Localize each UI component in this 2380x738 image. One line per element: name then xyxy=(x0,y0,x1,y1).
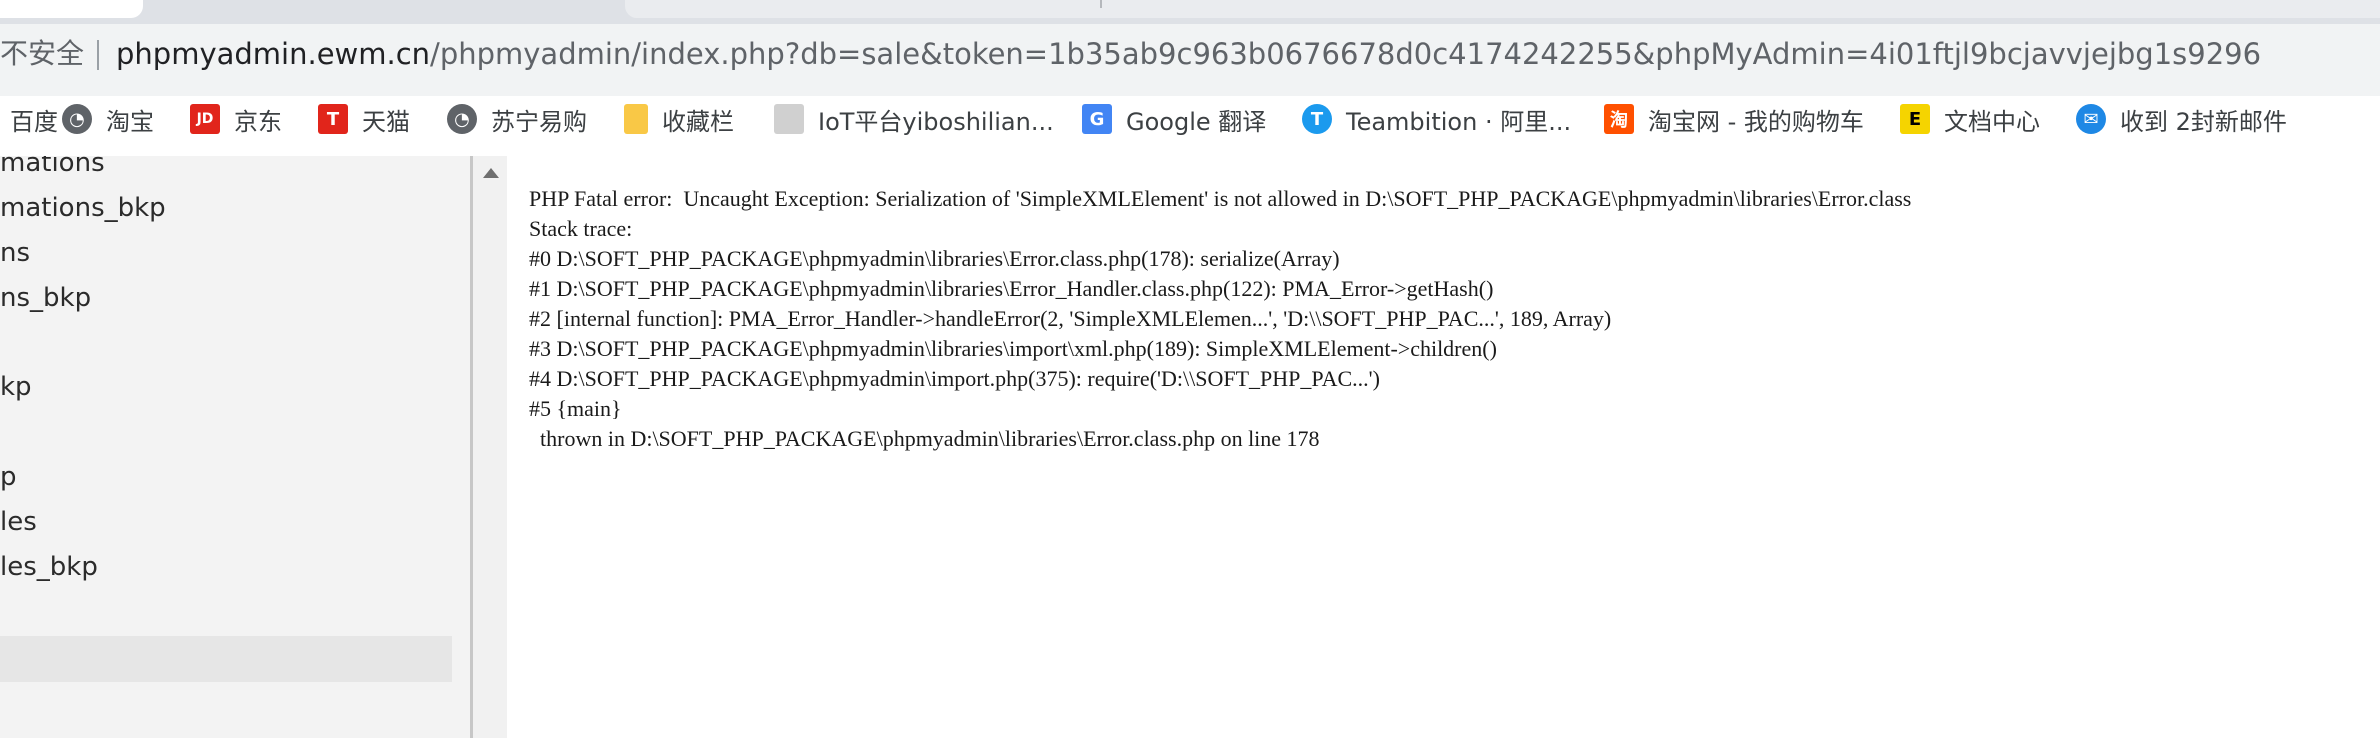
bookmark-label: Teambition · 阿里... xyxy=(1346,107,1572,136)
main-content: PHP Fatal error: Uncaught Exception: Ser… xyxy=(507,156,2380,738)
sidebar-highlight xyxy=(0,636,452,682)
security-indicator[interactable]: 不安全 xyxy=(0,37,84,71)
error-line: #1 D:\SOFT_PHP_PACKAGE\phpmyadmin\librar… xyxy=(529,276,1494,301)
error-line: #3 D:\SOFT_PHP_PACKAGE\phpmyadmin\librar… xyxy=(529,336,1497,361)
bookmark-folder-favorites[interactable]: 收藏栏 xyxy=(624,96,734,142)
sidebar-item[interactable]: les xyxy=(0,507,37,537)
tab-separator xyxy=(1100,0,1102,8)
bookmark-label: 文档中心 xyxy=(1944,107,2040,136)
bookmark-label: 百度 xyxy=(10,107,58,136)
error-line: #2 [internal function]: PMA_Error_Handle… xyxy=(529,306,1612,331)
sidebar-item[interactable]: mations xyxy=(0,156,105,178)
folder-icon xyxy=(624,104,648,134)
error-line: thrown in D:\SOFT_PHP_PACKAGE\phpmyadmin… xyxy=(529,426,1320,451)
bookmark-suning[interactable]: ◔ 苏宁易购 xyxy=(447,96,587,142)
sidebar-item[interactable]: kp xyxy=(0,372,32,402)
bookmark-label: 天猫 xyxy=(362,107,410,136)
error-line: #5 {main} xyxy=(529,396,622,421)
active-tab[interactable] xyxy=(0,0,143,18)
error-line: #0 D:\SOFT_PHP_PACKAGE\phpmyadmin\librar… xyxy=(529,246,1340,271)
sidebar-item[interactable]: ns xyxy=(0,238,30,268)
scrollbar[interactable] xyxy=(473,156,507,738)
jd-icon: JD xyxy=(190,104,220,134)
bookmark-teambition[interactable]: T Teambition · 阿里... xyxy=(1302,96,1571,142)
google-translate-icon: G xyxy=(1082,104,1112,134)
bookmark-label: 京东 xyxy=(234,107,282,136)
tab-strip xyxy=(0,0,2380,24)
iot-icon xyxy=(774,104,804,134)
address-separator xyxy=(97,40,99,70)
error-line: PHP Fatal error: Uncaught Exception: Ser… xyxy=(529,186,1912,211)
bookmark-jd[interactable]: JD 京东 xyxy=(190,96,282,142)
error-line: #4 D:\SOFT_PHP_PACKAGE\phpmyadmin\import… xyxy=(529,366,1380,391)
bookmark-label: 收到 2封新邮件 xyxy=(2120,107,2287,136)
sidebar: mations mations_bkp ns ns_bkp kp p les l… xyxy=(0,156,470,738)
scroll-up-arrow-icon[interactable] xyxy=(483,168,499,178)
bookmark-label: 收藏栏 xyxy=(662,107,734,136)
doc-center-icon: E xyxy=(1900,104,1930,134)
error-line: Stack trace: xyxy=(529,216,633,241)
bookmark-label: 淘宝 xyxy=(106,107,154,136)
bookmark-label: 淘宝网 - 我的购物车 xyxy=(1648,107,1864,136)
sidebar-item[interactable]: p xyxy=(0,462,17,492)
bookmark-label: 苏宁易购 xyxy=(491,107,587,136)
teambition-icon: T xyxy=(1302,104,1332,134)
globe-icon: ◔ xyxy=(62,104,92,134)
bookmark-baidu[interactable]: 百 百度 xyxy=(0,96,58,142)
bookmark-iot[interactable]: IoT平台yiboshilian... xyxy=(774,96,1054,142)
url-text[interactable]: phpmyadmin.ewm.cn/phpmyadmin/index.php?d… xyxy=(116,37,2261,71)
bookmark-doc-center[interactable]: E 文档中心 xyxy=(1900,96,2040,142)
bookmark-taobao-cart[interactable]: 淘 淘宝网 - 我的购物车 xyxy=(1604,96,1864,142)
bookmark-google-translate[interactable]: G Google 翻译 xyxy=(1082,96,1266,142)
taobao-icon: 淘 xyxy=(1604,104,1634,134)
tmall-icon: T xyxy=(318,104,348,134)
bookmark-label: Google 翻译 xyxy=(1126,107,1267,136)
error-output: PHP Fatal error: Uncaught Exception: Ser… xyxy=(529,184,1911,454)
sidebar-item[interactable]: les_bkp xyxy=(0,552,98,582)
bookmark-label: IoT平台yiboshilian... xyxy=(818,107,1054,136)
bookmark-taobao[interactable]: ◔ 淘宝 xyxy=(62,96,154,142)
bookmarks-bar: 百 百度 ◔ 淘宝 JD 京东 T 天猫 ◔ 苏宁易购 收藏栏 IoT平台yib… xyxy=(0,96,2380,142)
inactive-tab[interactable] xyxy=(625,0,2380,18)
sidebar-item[interactable]: mations_bkp xyxy=(0,193,166,223)
sidebar-item[interactable]: ns_bkp xyxy=(0,283,91,313)
bookmark-tmall[interactable]: T 天猫 xyxy=(318,96,410,142)
url-host: phpmyadmin.ewm.cn xyxy=(116,37,431,71)
mail-icon: ✉ xyxy=(2076,104,2106,134)
url-path: /phpmyadmin/index.php?db=sale&token=1b35… xyxy=(430,37,2262,71)
bookmark-mail[interactable]: ✉ 收到 2封新邮件 xyxy=(2076,96,2287,142)
globe-icon: ◔ xyxy=(447,104,477,134)
